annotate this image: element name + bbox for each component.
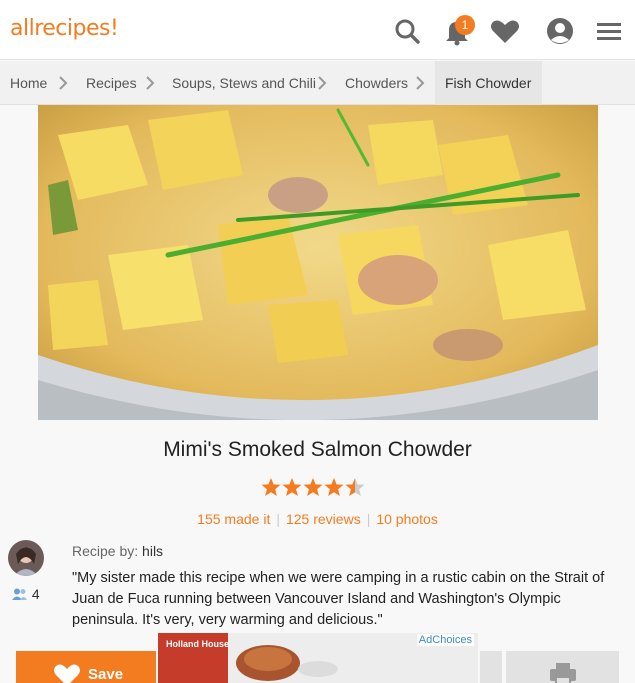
made-it-link[interactable]: 155 made it	[197, 511, 270, 527]
secondary-action-button[interactable]	[480, 651, 502, 683]
advertisement-banner[interactable]: Holland House AdChoices	[158, 633, 478, 683]
author-followers[interactable]: 4	[12, 586, 40, 602]
chevron-right-icon	[146, 76, 155, 90]
allrecipes-logo[interactable]: allrecipes!	[10, 16, 119, 41]
breadcrumb-fish-chowder: Fish Chowder	[435, 61, 542, 105]
reviews-link[interactable]: 125 reviews	[286, 511, 361, 527]
photos-link[interactable]: 10 photos	[376, 511, 438, 527]
chevron-right-icon	[318, 76, 327, 90]
chevron-right-icon	[59, 76, 68, 90]
print-button[interactable]	[506, 651, 619, 683]
ad-brand-text: Holland House	[166, 639, 230, 649]
breadcrumb-soups[interactable]: Soups, Stews and Chili	[172, 61, 316, 105]
recipe-stats: 155 made it | 125 reviews | 10 photos	[197, 511, 438, 527]
adchoices-label[interactable]: AdChoices	[416, 634, 474, 646]
breadcrumb: Home Recipes Soups, Stews and Chili Chow…	[0, 61, 635, 105]
breadcrumb-home[interactable]: Home	[10, 61, 47, 105]
author-avatar[interactable]	[8, 540, 44, 576]
author-name[interactable]: hils	[142, 543, 163, 559]
breadcrumb-recipes[interactable]: Recipes	[86, 61, 137, 105]
notification-badge: 1	[455, 15, 475, 35]
followers-icon	[12, 588, 27, 600]
top-navigation-bar: allrecipes! 1	[0, 0, 635, 60]
user-icon[interactable]	[543, 14, 577, 48]
heart-icon	[54, 664, 80, 683]
chevron-right-icon	[416, 76, 425, 90]
save-label: Save	[88, 666, 124, 683]
recipe-description: "My sister made this recipe when we were…	[72, 570, 605, 628]
recipe-by: Recipe by: hils	[72, 543, 163, 559]
print-icon	[550, 663, 576, 683]
recipe-photo[interactable]	[38, 105, 598, 420]
menu-icon[interactable]	[592, 14, 626, 48]
followers-count: 4	[31, 586, 40, 602]
recipe-by-label: Recipe by:	[72, 543, 139, 559]
rating-stars[interactable]	[261, 477, 371, 499]
search-icon[interactable]	[390, 14, 424, 48]
recipe-title: Mimi's Smoked Salmon Chowder	[163, 438, 472, 461]
breadcrumb-chowders[interactable]: Chowders	[345, 61, 408, 105]
save-button[interactable]: Save	[16, 651, 156, 683]
heart-icon[interactable]	[488, 14, 522, 48]
